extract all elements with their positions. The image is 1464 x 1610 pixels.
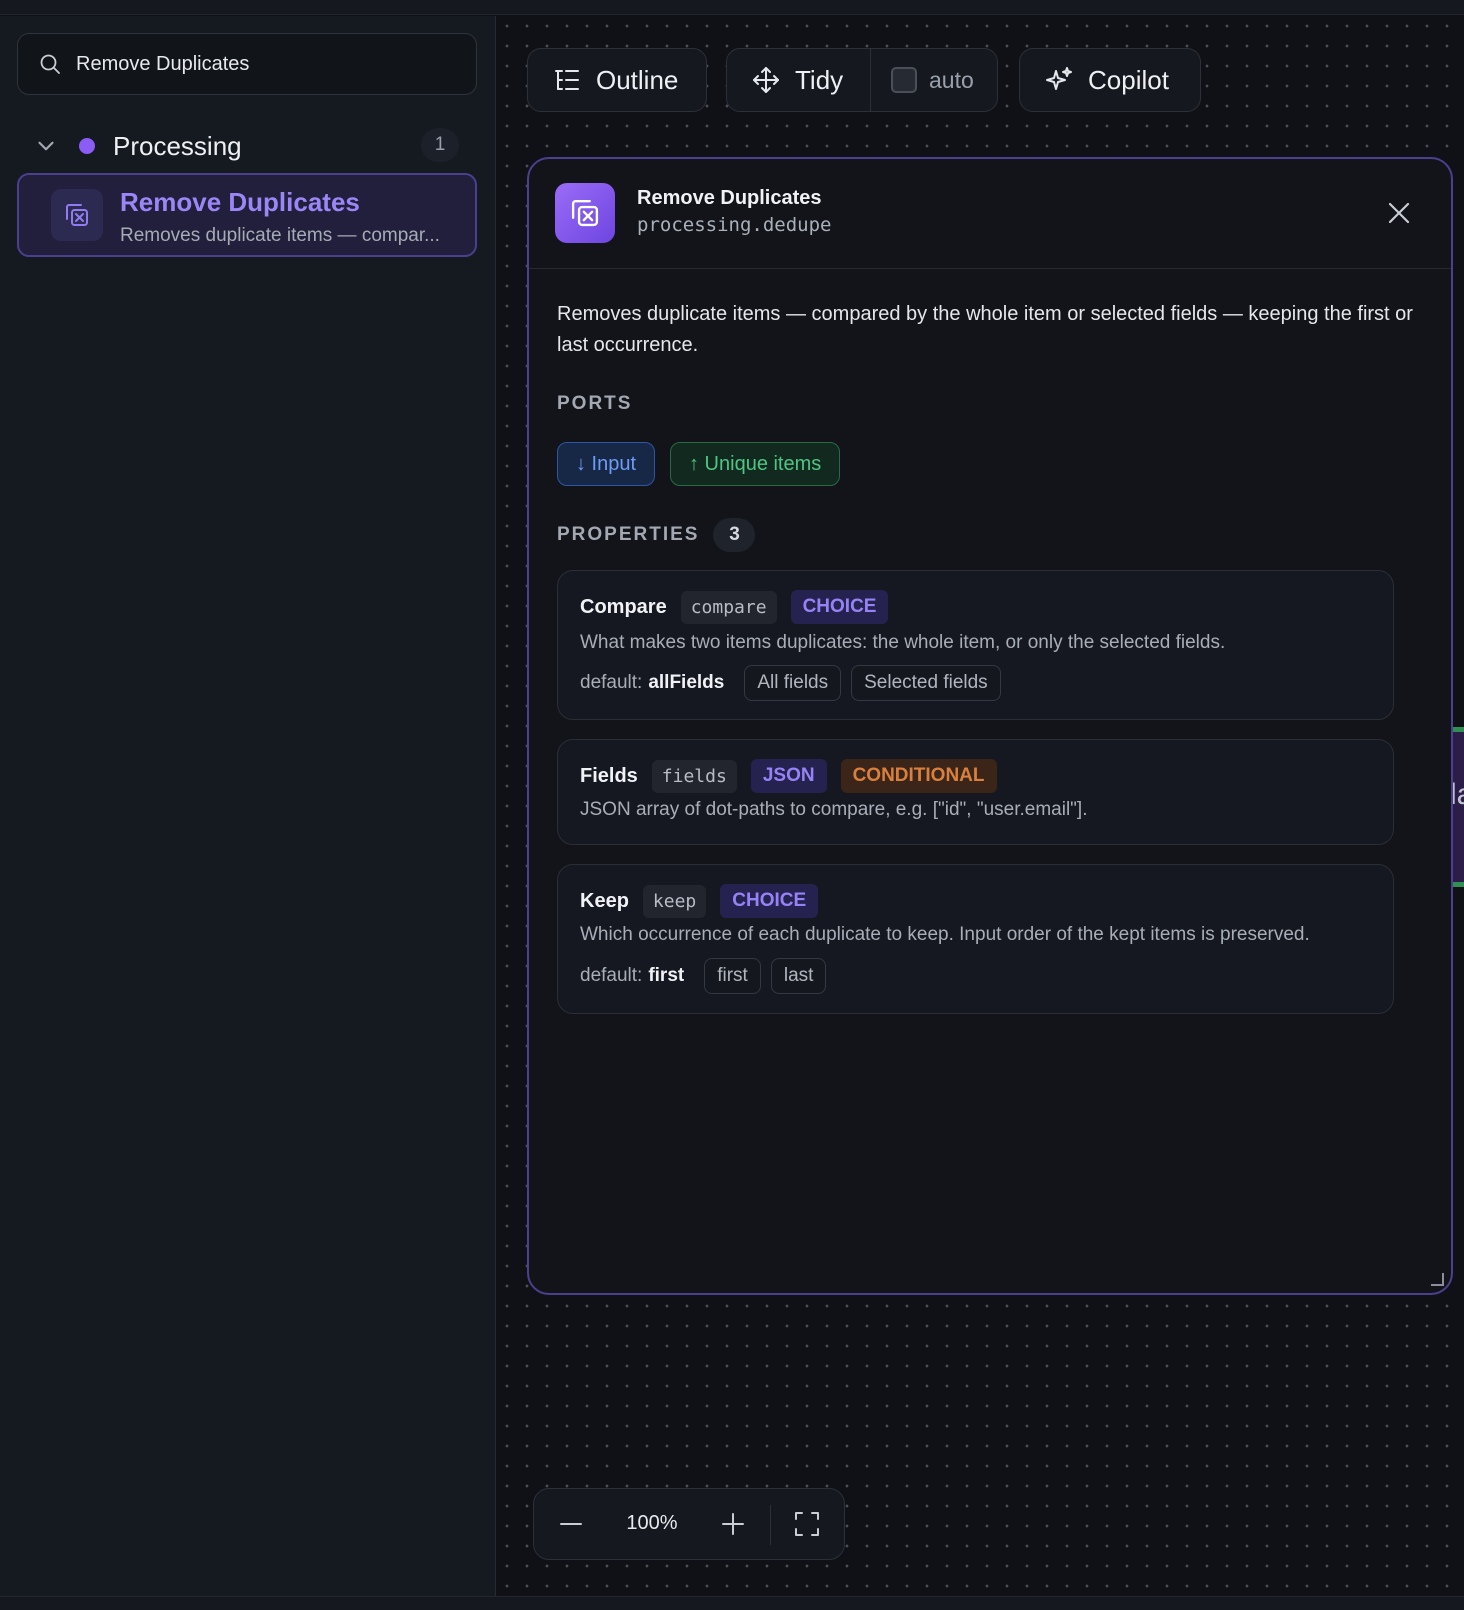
chevron-down-icon[interactable] [33,133,59,159]
property-key: fields [651,759,737,793]
property-header: Keep keep CHOICE [580,883,832,919]
dedupe-icon [555,183,615,243]
auto-toggle[interactable]: auto [871,49,974,111]
node-details-panel: Remove Duplicates processing.dedupe Remo… [527,157,1453,1295]
tidy-button[interactable]: Tidy [727,49,871,111]
panel-header: Remove Duplicates processing.dedupe [529,159,1451,269]
category-title: Processing [113,130,242,161]
default-label: default: [580,672,643,693]
zoom-in-icon[interactable] [718,1509,748,1539]
search-icon [40,54,60,74]
property-card-compare: Compare compare CHOICE What makes two it… [557,570,1394,720]
node-library-sidebar: Remove Duplicates Processing 1 Remove Du… [0,16,496,1596]
option-chip[interactable]: last [770,958,827,994]
search-input[interactable]: Remove Duplicates [17,33,477,95]
option-chip[interactable]: All fields [744,665,842,701]
workflow-canvas[interactable]: Outline Tidy auto Copilot la [497,16,1464,1596]
zoom-divider [770,1505,771,1545]
node-item-title: Remove Duplicates [120,187,360,217]
property-type-badge: CHOICE [720,884,819,918]
property-key: keep [642,884,707,918]
bottom-bar [0,1596,1464,1610]
property-card-fields: Fields fields JSON CONDITIONAL JSON arra… [557,739,1394,845]
tidy-label: Tidy [795,64,844,95]
zoom-out-icon[interactable] [556,1509,586,1539]
property-key: compare [680,590,777,624]
fit-view-icon[interactable] [792,1509,822,1539]
property-default-row: default: first first last [580,958,827,994]
dedupe-icon [51,189,103,241]
property-description: Which occurrence of each duplicate to ke… [580,924,1310,945]
port-input: ↓ Input [557,442,656,486]
node-item-remove-duplicates[interactable]: Remove Duplicates Removes duplicate item… [17,173,477,257]
category-group-processing[interactable]: Processing 1 [17,114,477,178]
tidy-group: Tidy auto [726,48,998,112]
panel-node-id: processing.dedupe [637,214,832,236]
property-type-badge: CHOICE [790,590,889,624]
outline-label: Outline [596,64,679,95]
default-value: allFields [648,672,725,693]
property-type-badge: JSON [750,759,827,793]
move-icon [753,67,779,93]
copilot-button[interactable]: Copilot [1019,48,1201,112]
property-description: JSON array of dot-paths to compare, e.g.… [580,799,1088,820]
copilot-label: Copilot [1088,64,1169,95]
option-chip[interactable]: Selected fields [851,665,1001,701]
properties-heading: PROPERTIES 3 [557,518,756,552]
property-card-keep: Keep keep CHOICE Which occurrence of eac… [557,864,1394,1014]
default-value: first [648,965,685,986]
port-output: ↑ Unique items [670,442,841,486]
zoom-level: 100% [626,1512,678,1534]
resize-handle-icon[interactable] [1429,1271,1445,1287]
search-value[interactable]: Remove Duplicates [76,53,249,76]
outline-icon [555,70,579,90]
outline-button[interactable]: Outline [527,48,707,112]
panel-title: Remove Duplicates [637,187,822,209]
category-count-badge: 1 [421,128,459,162]
ports-heading: PORTS [557,393,633,414]
property-default-row: default: allFields All fields Selected f… [580,665,1001,701]
property-name: Fields [580,764,638,787]
sparkles-icon [1046,67,1072,90]
zoom-controls: 100% [533,1488,845,1560]
property-header: Fields fields JSON CONDITIONAL [580,758,997,794]
panel-description: Removes duplicate items — compared by th… [557,303,1413,356]
property-name: Compare [580,595,667,618]
node-item-description: Removes duplicate items — compar... [120,225,440,246]
property-name: Keep [580,889,629,912]
properties-label: PROPERTIES [557,524,700,545]
conditional-badge: CONDITIONAL [840,759,997,793]
properties-count-badge: 3 [713,518,756,552]
top-bar [0,0,1464,15]
auto-checkbox[interactable] [891,67,917,93]
property-description: What makes two items duplicates: the who… [580,632,1226,653]
category-dot [79,138,95,154]
default-label: default: [580,965,643,986]
option-chip[interactable]: first [704,958,761,994]
auto-label: auto [929,66,974,93]
property-header: Compare compare CHOICE [580,589,902,625]
close-icon[interactable] [1385,199,1413,227]
